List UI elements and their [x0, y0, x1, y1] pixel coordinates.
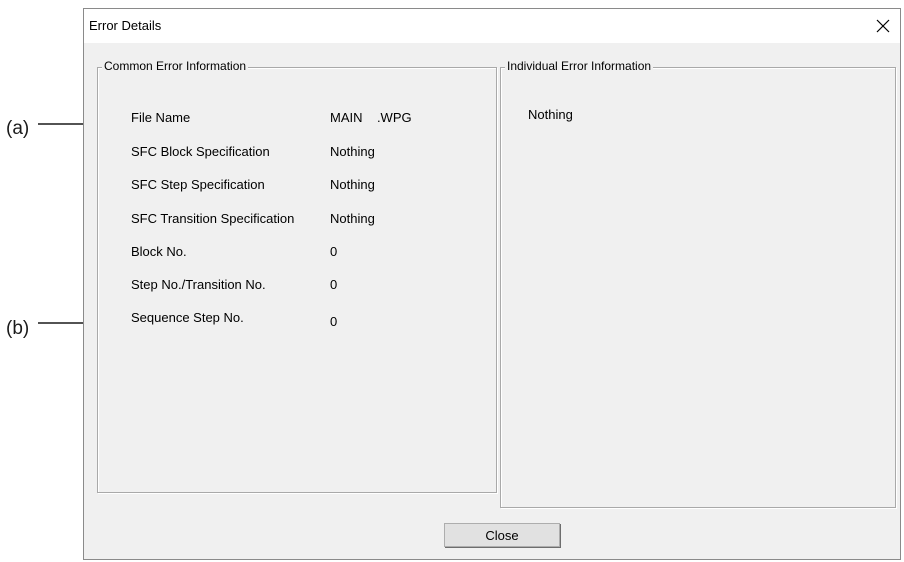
common-error-legend: Common Error Information	[102, 59, 249, 73]
sfc-step-row: SFC Step Specification Nothing	[98, 177, 496, 195]
field-label: SFC Block Specification	[131, 144, 270, 159]
close-button[interactable]: Close	[444, 523, 560, 547]
field-value: MAIN .WPG	[330, 110, 412, 125]
field-value: Nothing	[330, 177, 375, 192]
dialog-title: Error Details	[89, 18, 162, 33]
field-value: 0	[330, 277, 338, 292]
file-name-row: File Name MAIN .WPG	[98, 110, 496, 128]
step-transition-no-row: Step No./Transition No. 0	[98, 277, 496, 295]
individual-error-group: Individual Error Information Nothing	[500, 59, 896, 508]
common-error-group: Common Error Information File Name MAIN …	[97, 59, 497, 493]
field-label: Sequence Step No.	[131, 310, 244, 325]
individual-error-legend: Individual Error Information	[505, 59, 654, 73]
sequence-step-no-row: Sequence Step No. 0	[98, 310, 496, 329]
callout-label-b: (b)	[6, 318, 30, 339]
block-no-row: Block No. 0	[98, 244, 496, 262]
callout-label-a: (a)	[6, 118, 30, 139]
field-label: SFC Transition Specification	[131, 211, 295, 226]
sfc-block-row: SFC Block Specification Nothing	[98, 144, 496, 162]
sfc-transition-row: SFC Transition Specification Nothing	[98, 211, 496, 229]
field-value: Nothing	[330, 211, 375, 226]
error-details-dialog: Error Details Common Error Information F…	[83, 8, 901, 560]
field-label: Step No./Transition No.	[131, 277, 266, 292]
close-icon[interactable]	[866, 9, 900, 43]
field-label: File Name	[131, 110, 191, 125]
field-label: Block No.	[131, 244, 187, 259]
field-label: SFC Step Specification	[131, 177, 265, 192]
field-value: 0	[330, 244, 338, 259]
field-value: Nothing	[330, 144, 375, 159]
title-bar: Error Details	[84, 9, 900, 43]
field-value: 0	[330, 314, 338, 329]
individual-error-text: Nothing	[528, 107, 573, 122]
